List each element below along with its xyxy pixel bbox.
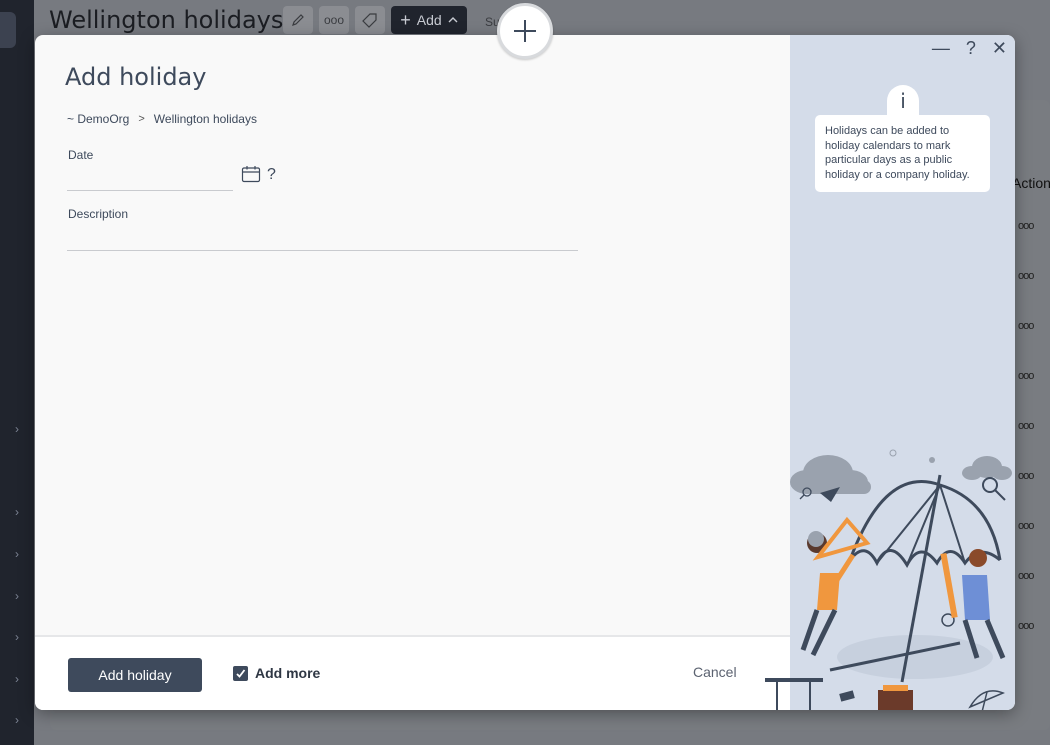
add-more-label: Add more <box>255 665 321 681</box>
add-holiday-button[interactable]: Add holiday <box>68 658 202 692</box>
page-title: Wellington holidays <box>49 6 284 34</box>
description-label: Description <box>68 207 129 221</box>
help-icon[interactable]: ? <box>966 39 976 57</box>
more-dots-icon: ooo <box>323 13 345 27</box>
date-help-icon[interactable]: ? <box>267 166 276 184</box>
cancel-button[interactable]: Cancel <box>693 664 737 680</box>
minimize-icon[interactable]: — <box>932 39 950 57</box>
row-actions-button[interactable]: ooo <box>1018 220 1034 232</box>
dialog-title: Add holiday <box>65 63 207 91</box>
row-actions-button[interactable]: ooo <box>1018 270 1034 282</box>
chevron-up-icon <box>448 17 458 23</box>
row-actions-button[interactable]: ooo <box>1018 470 1034 482</box>
row-actions-button[interactable]: ooo <box>1018 370 1034 382</box>
row-actions-button[interactable]: ooo <box>1018 620 1034 632</box>
add-button[interactable]: + Add <box>391 6 467 34</box>
umbrella-illustration <box>765 449 1012 710</box>
row-actions-button[interactable]: ooo <box>1018 570 1034 582</box>
add-holiday-dialog: Add holiday ~ DemoOrg > Wellington holid… <box>35 35 1015 710</box>
breadcrumb-root-link[interactable]: ~ DemoOrg <box>67 112 129 126</box>
calendar-icon[interactable] <box>241 165 261 183</box>
tag-button[interactable] <box>355 6 385 34</box>
more-button[interactable]: ooo <box>319 6 349 34</box>
sidebar-expand-chevron[interactable]: › <box>0 670 34 688</box>
date-input[interactable] <box>67 165 233 191</box>
dialog-form: Add holiday ~ DemoOrg > Wellington holid… <box>35 35 790 635</box>
plus-icon <box>514 20 536 42</box>
sidebar-expand-chevron[interactable]: › <box>0 420 34 438</box>
app-sidebar: › › › › › › › <box>0 0 34 745</box>
add-more-checkbox[interactable] <box>233 665 248 681</box>
close-icon[interactable]: ✕ <box>992 39 1007 57</box>
info-text: Holidays can be added to holiday calenda… <box>815 115 990 192</box>
dialog-footer: Add holiday Add more Cancel <box>35 635 790 710</box>
pencil-icon <box>292 14 304 26</box>
checkmark-icon <box>236 668 246 678</box>
actions-column-header: Action <box>1012 175 1050 191</box>
breadcrumb-separator-icon: > <box>138 113 145 125</box>
sidebar-expand-chevron[interactable]: › <box>0 587 34 605</box>
breadcrumb-current-link[interactable]: Wellington holidays <box>154 112 257 126</box>
sidebar-expand-chevron[interactable]: › <box>0 711 34 729</box>
add-more-toggle[interactable]: Add more <box>233 665 320 681</box>
description-input[interactable] <box>67 225 578 251</box>
row-actions-button[interactable]: ooo <box>1018 320 1034 332</box>
info-side-panel: — ? ✕ i Holidays can be added to holiday… <box>765 35 1015 710</box>
info-icon: i <box>887 85 919 117</box>
tag-icon <box>362 13 377 28</box>
add-menu-button[interactable] <box>497 3 553 59</box>
window-controls: — ? ✕ <box>932 39 1007 57</box>
sidebar-expand-chevron[interactable]: › <box>0 545 34 563</box>
sidebar-active-item[interactable] <box>0 12 16 48</box>
row-actions-button[interactable]: ooo <box>1018 520 1034 532</box>
sidebar-expand-chevron[interactable]: › <box>0 503 34 521</box>
date-label: Date <box>68 148 94 162</box>
row-actions-button[interactable]: ooo <box>1018 420 1034 432</box>
edit-button[interactable] <box>283 6 313 34</box>
plus-icon: + <box>400 9 411 30</box>
breadcrumb: ~ DemoOrg > Wellington holidays <box>67 112 257 126</box>
add-button-label: Add <box>416 12 442 28</box>
sidebar-expand-chevron[interactable]: › <box>0 628 34 646</box>
